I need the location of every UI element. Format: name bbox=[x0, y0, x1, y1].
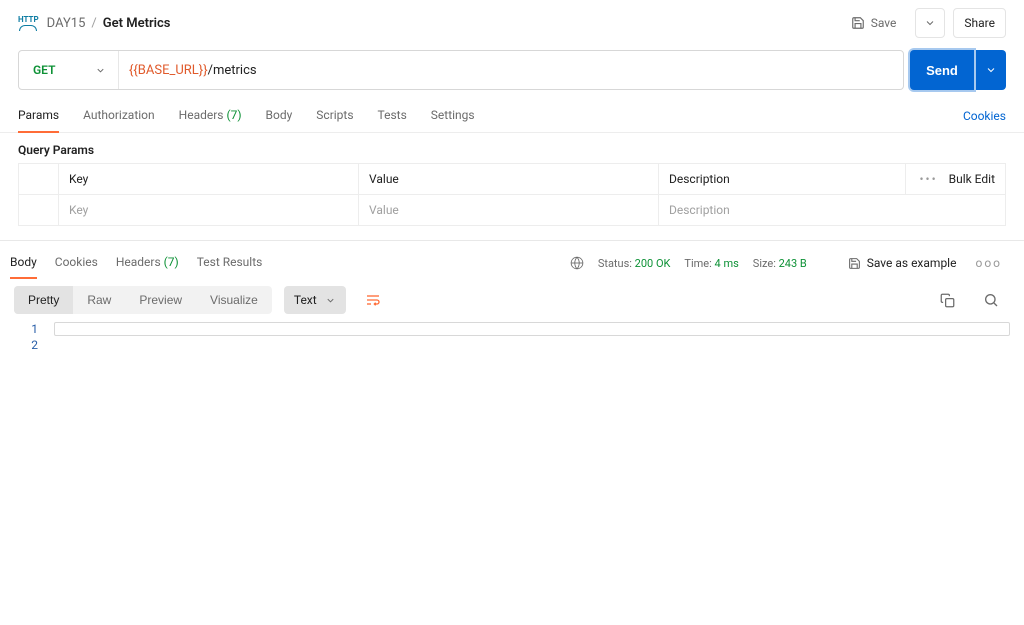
view-mode-group: Pretty Raw Preview Visualize bbox=[14, 286, 272, 314]
tab-headers-count: (7) bbox=[226, 108, 241, 122]
tab-authorization[interactable]: Authorization bbox=[83, 100, 155, 132]
share-button[interactable]: Share bbox=[953, 8, 1006, 38]
copy-button[interactable] bbox=[929, 285, 966, 315]
url-box: GET {{BASE_URL}}/metrics bbox=[18, 50, 904, 90]
view-pretty-button[interactable]: Pretty bbox=[14, 286, 73, 314]
http-method-icon: HTTP bbox=[18, 16, 39, 31]
status-value: 200 OK bbox=[635, 257, 671, 270]
save-button[interactable]: Save bbox=[840, 8, 908, 38]
save-as-example-button[interactable]: Save as example bbox=[837, 248, 968, 278]
search-icon bbox=[983, 292, 999, 308]
chevron-down-icon bbox=[924, 17, 936, 29]
row-checkbox-cell[interactable] bbox=[19, 195, 59, 226]
tab-headers-label: Headers bbox=[179, 108, 224, 122]
response-tab-cookies[interactable]: Cookies bbox=[55, 247, 98, 279]
method-label: GET bbox=[33, 63, 55, 77]
row-description-input[interactable]: Description bbox=[659, 195, 1006, 226]
response-status-row: Status: 200 OK Time: 4 ms Size: 243 B bbox=[570, 256, 807, 270]
size-label: Size: 243 B bbox=[753, 257, 807, 270]
save-icon bbox=[851, 16, 865, 30]
method-select[interactable]: GET bbox=[19, 51, 119, 89]
response-tab-headers[interactable]: Headers (7) bbox=[116, 247, 179, 279]
row-key-input[interactable]: Key bbox=[59, 195, 359, 226]
response-tab-headers-label: Headers bbox=[116, 255, 161, 269]
language-select[interactable]: Text bbox=[284, 286, 346, 314]
tab-settings[interactable]: Settings bbox=[431, 100, 475, 132]
line-number: 2 bbox=[14, 338, 54, 352]
share-label: Share bbox=[964, 16, 995, 30]
globe-icon[interactable] bbox=[570, 256, 584, 270]
bulk-edit-link[interactable]: Bulk Edit bbox=[949, 172, 995, 186]
response-tab-body[interactable]: Body bbox=[10, 247, 37, 279]
table-row: Key Value Description bbox=[19, 195, 1006, 226]
time-value: 4 ms bbox=[715, 257, 739, 270]
breadcrumb: DAY15 / Get Metrics bbox=[47, 16, 171, 31]
breadcrumb-title: Get Metrics bbox=[103, 16, 171, 31]
editor-line-2[interactable] bbox=[54, 338, 1010, 352]
word-wrap-icon bbox=[365, 292, 381, 308]
col-description-header: Description bbox=[659, 164, 906, 195]
query-params-title: Query Params bbox=[0, 133, 1024, 163]
save-label: Save bbox=[871, 16, 897, 30]
url-input[interactable]: {{BASE_URL}}/metrics bbox=[119, 63, 903, 78]
tab-body[interactable]: Body bbox=[266, 100, 293, 132]
url-path: /metrics bbox=[208, 63, 257, 78]
send-button[interactable]: Send bbox=[910, 50, 974, 90]
col-checkbox-header bbox=[19, 164, 59, 195]
save-as-example-label: Save as example bbox=[867, 256, 957, 270]
response-tab-test-results[interactable]: Test Results bbox=[197, 247, 263, 279]
save-icon bbox=[848, 257, 861, 270]
col-key-header: Key bbox=[59, 164, 359, 195]
chevron-down-icon bbox=[985, 64, 997, 76]
tab-params[interactable]: Params bbox=[18, 100, 59, 132]
language-label: Text bbox=[294, 293, 317, 307]
url-variable: {{BASE_URL}} bbox=[129, 63, 208, 78]
tab-tests[interactable]: Tests bbox=[378, 100, 407, 132]
view-raw-button[interactable]: Raw bbox=[73, 286, 125, 314]
word-wrap-button[interactable] bbox=[358, 285, 388, 315]
tab-headers[interactable]: Headers (7) bbox=[179, 100, 242, 132]
col-value-header: Value bbox=[359, 164, 659, 195]
chevron-down-icon bbox=[95, 65, 106, 76]
size-value: 243 B bbox=[779, 257, 807, 270]
cookies-link[interactable]: Cookies bbox=[963, 101, 1006, 131]
time-label: Time: 4 ms bbox=[684, 257, 738, 270]
chevron-down-icon bbox=[325, 295, 336, 306]
table-options-button[interactable]: ••• bbox=[919, 172, 937, 186]
view-visualize-button[interactable]: Visualize bbox=[196, 286, 272, 314]
search-response-button[interactable] bbox=[972, 285, 1010, 315]
response-body-editor[interactable]: 1 2 bbox=[0, 319, 1024, 363]
breadcrumb-separator: / bbox=[91, 16, 96, 31]
send-options-button[interactable] bbox=[976, 50, 1006, 90]
view-preview-button[interactable]: Preview bbox=[125, 286, 196, 314]
tab-scripts[interactable]: Scripts bbox=[316, 100, 353, 132]
editor-line-1[interactable] bbox=[54, 322, 1010, 336]
row-value-input[interactable]: Value bbox=[359, 195, 659, 226]
save-options-button[interactable] bbox=[915, 8, 945, 38]
line-number: 1 bbox=[14, 322, 54, 336]
breadcrumb-folder[interactable]: DAY15 bbox=[47, 16, 86, 31]
response-more-button[interactable]: ooo bbox=[975, 256, 1002, 270]
copy-icon bbox=[940, 293, 955, 308]
table-header-row: Key Value Description ••• Bulk Edit bbox=[19, 164, 1006, 195]
response-tab-headers-count: (7) bbox=[164, 255, 179, 269]
query-params-table: Key Value Description ••• Bulk Edit Key … bbox=[18, 163, 1006, 226]
status-label: Status: 200 OK bbox=[598, 257, 671, 270]
